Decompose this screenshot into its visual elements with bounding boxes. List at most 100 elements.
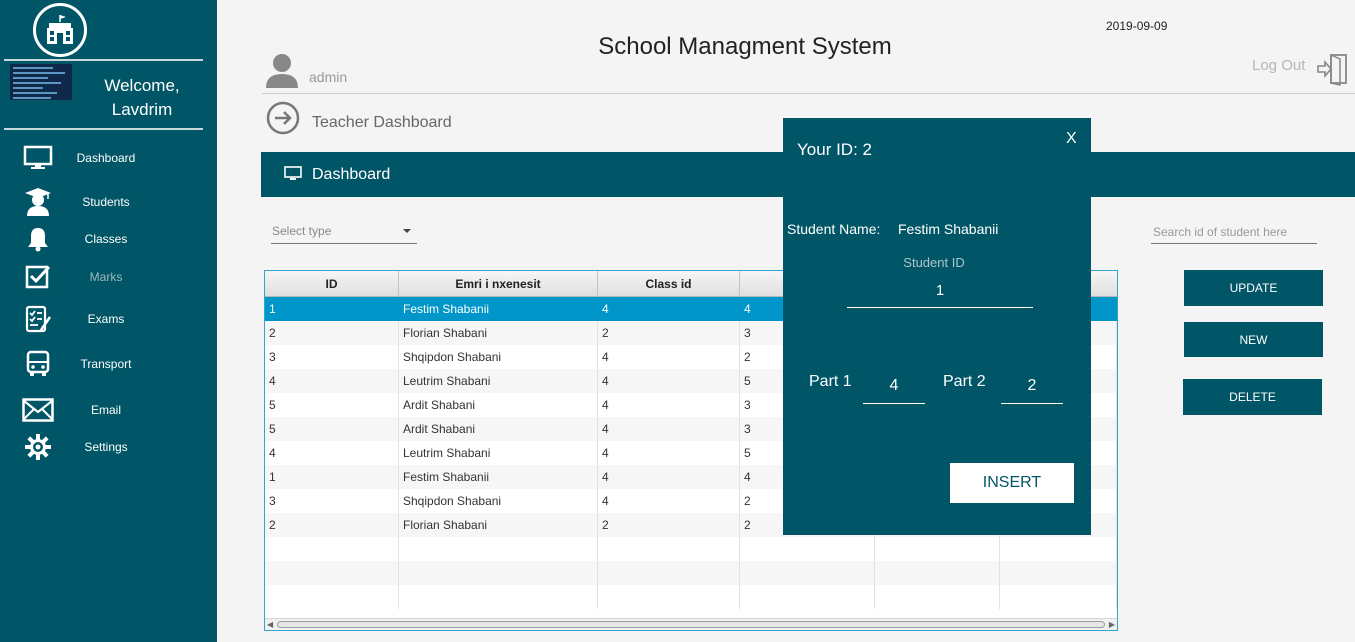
- insert-button[interactable]: INSERT: [950, 463, 1074, 503]
- table-cell: 2: [265, 321, 399, 345]
- table-row[interactable]: [265, 585, 1117, 609]
- update-button[interactable]: UPDATE: [1184, 270, 1323, 306]
- close-button[interactable]: X: [1066, 130, 1077, 148]
- chevron-down-icon: [403, 229, 411, 233]
- sidebar-item-classes[interactable]: Classes: [0, 223, 217, 255]
- table-cell: 4: [598, 345, 740, 369]
- sidebar-item-transport[interactable]: Transport: [0, 348, 217, 380]
- scroll-right-icon[interactable]: ▶: [1109, 620, 1115, 629]
- sidebar-item-exams[interactable]: Exams: [0, 303, 217, 335]
- table-cell: 4: [598, 297, 740, 321]
- checkbox-icon: [22, 261, 54, 293]
- school-logo-icon: [33, 3, 87, 57]
- table-cell: Leutrim Shabani: [399, 369, 598, 393]
- select-type-label: Select type: [272, 224, 332, 238]
- student-id-field[interactable]: 1: [847, 277, 1033, 308]
- table-row[interactable]: [265, 561, 1117, 585]
- sidebar: Welcome, Lavdrim Dashboard Students Clas…: [0, 0, 217, 642]
- logout-icon[interactable]: [1316, 52, 1350, 91]
- student-name-value: Festim Shabanii: [898, 221, 999, 237]
- sidebar-item-marks[interactable]: Marks: [0, 261, 217, 293]
- table-cell: [265, 537, 399, 561]
- table-cell: 3: [265, 489, 399, 513]
- select-type-dropdown[interactable]: Select type: [271, 220, 417, 244]
- logout-button[interactable]: Log Out: [1252, 57, 1305, 74]
- table-cell: [399, 585, 598, 609]
- scroll-left-icon[interactable]: ◀: [267, 620, 273, 629]
- table-cell: 2: [265, 513, 399, 537]
- table-cell: Festim Shabanii: [399, 465, 598, 489]
- student-id-label: Student ID: [903, 255, 965, 270]
- part1-label: Part 1: [809, 373, 852, 390]
- gear-icon: [22, 431, 54, 463]
- monitor-icon: [284, 166, 302, 187]
- dialog-title: Your ID: 2: [797, 140, 872, 159]
- insert-marks-dialog: Your ID: 2 X Student Name: Festim Shaban…: [783, 118, 1091, 535]
- user-avatar: [10, 64, 72, 100]
- table-cell: 2: [598, 321, 740, 345]
- table-cell: [740, 561, 875, 585]
- table-cell: 5: [265, 393, 399, 417]
- welcome-label: Welcome,: [104, 76, 180, 95]
- table-cell: 4: [598, 465, 740, 489]
- table-cell: Florian Shabani: [399, 513, 598, 537]
- sidebar-item-dashboard[interactable]: Dashboard: [0, 142, 217, 174]
- table-cell: [399, 537, 598, 561]
- delete-button[interactable]: DELETE: [1183, 379, 1322, 415]
- username-label: admin: [309, 69, 348, 85]
- table-cell: Ardit Shabani: [399, 393, 598, 417]
- new-button[interactable]: NEW: [1184, 322, 1323, 357]
- table-cell: 1: [265, 297, 399, 321]
- welcome-text: Welcome, Lavdrim: [92, 74, 192, 122]
- table-cell: 4: [265, 369, 399, 393]
- table-cell: 4: [598, 369, 740, 393]
- breadcrumb: Teacher Dashboard: [312, 114, 452, 131]
- table-cell: Florian Shabani: [399, 321, 598, 345]
- sidebar-divider: [4, 128, 203, 130]
- table-cell: 5: [265, 417, 399, 441]
- dashboard-bar-label: Dashboard: [312, 166, 391, 183]
- table-row[interactable]: [265, 537, 1117, 561]
- search-input[interactable]: [1151, 220, 1317, 244]
- envelope-icon: [22, 394, 54, 426]
- table-cell: [740, 585, 875, 609]
- part1-field[interactable]: 4: [863, 371, 925, 404]
- sidebar-item-settings[interactable]: Settings: [0, 431, 217, 463]
- table-cell: [875, 561, 1000, 585]
- column-header-class-id[interactable]: Class id: [598, 271, 740, 297]
- table-cell: [1000, 561, 1117, 585]
- user-icon: [264, 52, 300, 93]
- table-cell: [875, 585, 1000, 609]
- column-header-student-name[interactable]: Emri i nxenesit: [399, 271, 598, 297]
- bus-icon: [22, 348, 54, 380]
- table-cell: [1000, 537, 1117, 561]
- sidebar-item-label: Marks: [89, 270, 123, 284]
- bell-icon: [22, 223, 54, 255]
- graduate-icon: [22, 186, 54, 218]
- sidebar-item-label: Email: [90, 403, 121, 417]
- table-cell: [265, 561, 399, 585]
- table-cell: [598, 561, 740, 585]
- sidebar-item-students[interactable]: Students: [0, 186, 217, 218]
- sidebar-item-label: Students: [82, 195, 130, 209]
- table-cell: 1: [265, 465, 399, 489]
- table-cell: [399, 561, 598, 585]
- column-header-id[interactable]: ID: [265, 271, 399, 297]
- table-cell: 4: [265, 441, 399, 465]
- table-cell: Leutrim Shabani: [399, 441, 598, 465]
- sidebar-item-email[interactable]: Email: [0, 394, 217, 426]
- scrollbar-thumb[interactable]: [277, 621, 1105, 628]
- date-display: 2019-09-09: [1106, 19, 1168, 33]
- table-cell: Shqipdon Shabani: [399, 345, 598, 369]
- sidebar-divider: [4, 59, 203, 61]
- part2-label: Part 2: [943, 373, 986, 390]
- table-cell: 2: [598, 513, 740, 537]
- table-cell: Festim Shabanii: [399, 297, 598, 321]
- part2-field[interactable]: 2: [1001, 371, 1063, 404]
- student-name-label: Student Name:: [787, 221, 881, 237]
- table-cell: [265, 585, 399, 609]
- horizontal-scrollbar[interactable]: ◀ ▶: [265, 618, 1117, 630]
- table-cell: 3: [265, 345, 399, 369]
- monitor-icon: [22, 142, 54, 174]
- arrow-right-circle-icon: [265, 101, 301, 142]
